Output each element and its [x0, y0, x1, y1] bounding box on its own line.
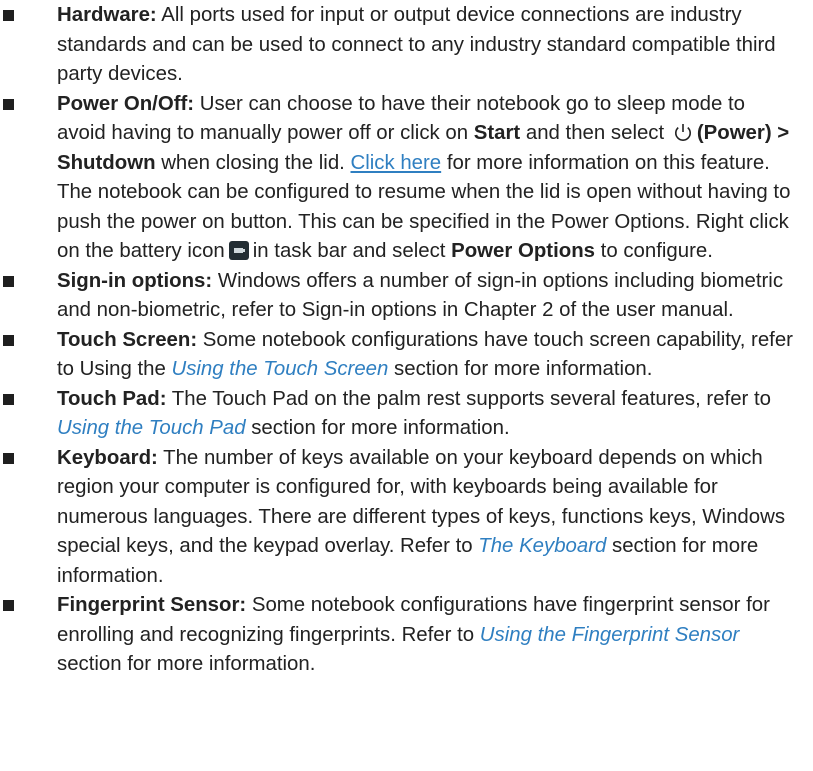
battery-icon [228, 241, 249, 260]
item-title: Keyboard: [57, 446, 158, 469]
power-options-label: Power Options [451, 240, 596, 262]
touch-screen-xref-link[interactable]: Using the Touch Screen [171, 358, 388, 380]
fingerprint-xref-link[interactable]: Using the Fingerprint Sensor [480, 624, 740, 646]
item-title: Sign-in options: [57, 269, 213, 292]
item-text: section for more information. [245, 417, 510, 439]
square-bullet-icon [3, 10, 14, 21]
item-text: The Touch Pad on the palm rest supports … [166, 387, 771, 410]
list-item-fingerprint: Fingerprint Sensor: Some notebook config… [0, 591, 813, 680]
list-item-hardware: Hardware: All ports used for input or ou… [0, 1, 813, 90]
item-title: Fingerprint Sensor: [57, 594, 247, 616]
keyboard-xref-link[interactable]: The Keyboard [478, 535, 606, 557]
square-bullet-icon [3, 452, 14, 464]
square-bullet-icon [3, 275, 14, 287]
item-text: section for more information. [57, 653, 316, 675]
click-here-link[interactable]: Click here [351, 152, 442, 174]
feature-list: Hardware: All ports used for input or ou… [0, 1, 813, 680]
list-item-touch-pad: Touch Pad: The Touch Pad on the palm res… [0, 385, 813, 444]
item-text: and then select [520, 122, 670, 144]
square-bullet-icon [3, 98, 14, 110]
item-text: in task bar and select [252, 240, 452, 262]
square-bullet-icon [3, 393, 14, 405]
square-bullet-icon [3, 600, 14, 611]
touch-pad-xref-link[interactable]: Using the Touch Pad [57, 417, 246, 439]
list-item-power: Power On/Off: User can choose to have th… [0, 90, 813, 267]
list-item-keyboard: Keyboard: The number of keys available o… [0, 444, 813, 592]
square-bullet-icon [3, 334, 14, 346]
item-text: All ports used for input or output devic… [57, 4, 776, 85]
item-title: Touch Screen: [57, 328, 198, 351]
item-title: Power On/Off: [57, 92, 195, 115]
item-text: when closing the lid. [155, 151, 351, 174]
list-item-sign-in: Sign-in options: Windows offers a number… [0, 267, 813, 326]
item-text: to configure. [595, 240, 713, 262]
item-text: section for more information. [388, 358, 653, 380]
item-title: Touch Pad: [57, 387, 167, 410]
list-item-touch-screen: Touch Screen: Some notebook configuratio… [0, 326, 813, 385]
item-title: Hardware: [57, 4, 157, 26]
power-icon [672, 122, 694, 142]
start-label: Start [473, 122, 521, 144]
